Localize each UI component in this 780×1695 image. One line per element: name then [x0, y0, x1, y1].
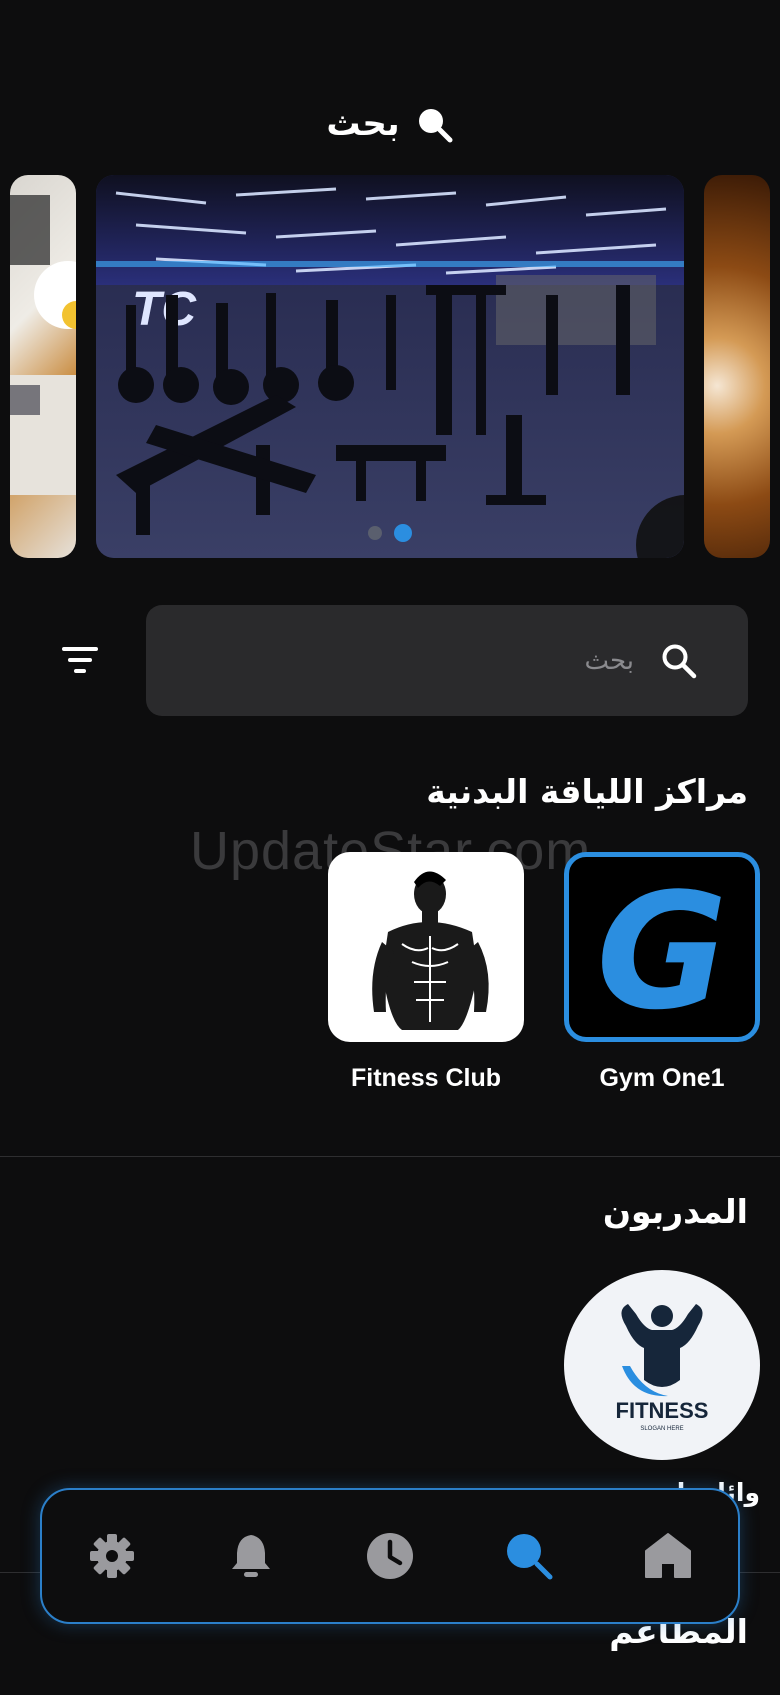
filter-icon: [62, 647, 98, 673]
filter-button[interactable]: [50, 639, 106, 683]
search-icon: [507, 1534, 553, 1580]
carousel-dot[interactable]: [368, 526, 382, 540]
carousel-slide-previous[interactable]: [10, 175, 76, 558]
settings-icon: [89, 1534, 134, 1578]
bottom-navigation: [40, 1488, 740, 1624]
trainer-logo-subtext: SLOGAN HERE: [640, 1426, 683, 1432]
gym-name: Fitness Club: [350, 1064, 501, 1092]
nav-search[interactable]: [499, 1526, 559, 1586]
carousel-pagination: [96, 524, 684, 542]
carousel-slide-gym[interactable]: TC: [96, 175, 684, 558]
nav-home[interactable]: [638, 1526, 698, 1586]
gym-name: Gym One1: [599, 1064, 725, 1092]
gym-card-fitness-club[interactable]: Fitness Club: [328, 852, 524, 1093]
svg-text:G: G: [596, 858, 727, 1037]
svg-text:TC: TC: [132, 283, 197, 336]
carousel-dot-active[interactable]: [394, 524, 412, 542]
image-carousel[interactable]: TC: [0, 175, 780, 558]
section-divider: [0, 1156, 780, 1157]
g-letter-logo: G: [596, 858, 727, 1037]
clock-icon: [366, 1533, 413, 1579]
bell-icon: [231, 1535, 270, 1577]
bodybuilder-logo: [372, 871, 489, 1030]
search-input[interactable]: [252, 635, 636, 687]
nav-history[interactable]: [360, 1526, 420, 1586]
carousel-slide-next[interactable]: [704, 175, 770, 558]
fitness-centers-heading: مراكز اللياقة البدنية: [426, 772, 748, 811]
trainer-logo-text: FITNESS: [616, 1398, 709, 1423]
page-header: بحث: [0, 96, 780, 152]
nav-notifications[interactable]: [221, 1526, 281, 1586]
gym-interior-image: TC: [96, 175, 684, 558]
search-icon: [418, 109, 453, 143]
gym-logo: [328, 852, 524, 1042]
search-row: [0, 605, 780, 716]
fitness-logo: FITNESS SLOGAN HERE: [616, 1304, 709, 1432]
search-icon: [662, 644, 697, 679]
home-icon: [645, 1533, 692, 1578]
trainers-heading: المدربون: [602, 1192, 748, 1231]
page-title: بحث: [326, 104, 400, 144]
nav-settings[interactable]: [82, 1526, 142, 1586]
gym-card-gym-one1[interactable]: G Gym One1: [564, 852, 760, 1093]
gym-logo: G: [564, 852, 760, 1042]
search-field[interactable]: [146, 605, 748, 716]
trainer-avatar[interactable]: FITNESS SLOGAN HERE: [564, 1270, 760, 1460]
